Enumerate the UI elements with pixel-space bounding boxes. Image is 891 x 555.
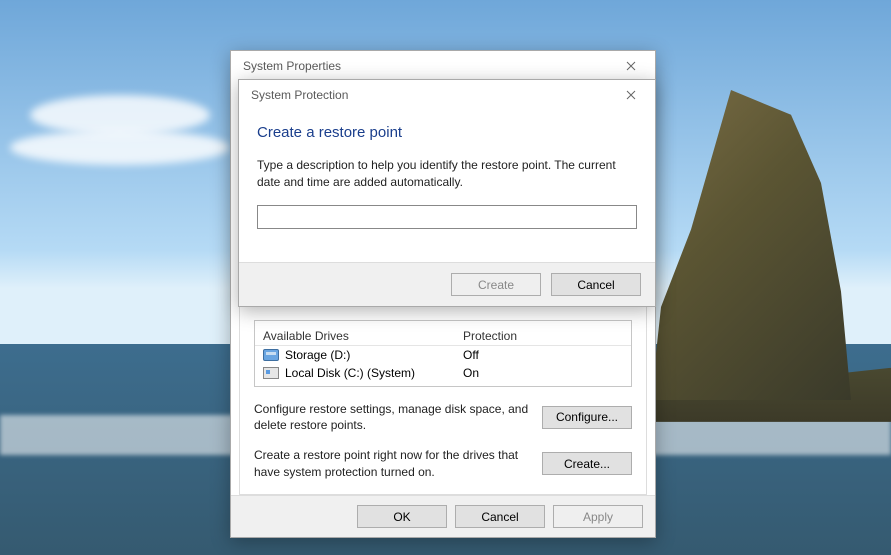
drives-list: Available Drives Protection Storage (D:)… bbox=[254, 320, 632, 387]
ok-button[interactable]: OK bbox=[357, 505, 447, 528]
close-icon bbox=[626, 61, 636, 71]
restore-point-description-input[interactable] bbox=[257, 205, 637, 229]
cancel-button[interactable]: Cancel bbox=[455, 505, 545, 528]
drives-header: Available Drives Protection bbox=[255, 327, 631, 346]
wallpaper-cloud bbox=[10, 130, 230, 165]
configure-section: Configure restore settings, manage disk … bbox=[254, 401, 632, 433]
create-button[interactable]: Create bbox=[451, 273, 541, 296]
drive-protection-status: Off bbox=[463, 348, 623, 362]
configure-button[interactable]: Configure... bbox=[542, 406, 632, 429]
wallpaper-cloud bbox=[30, 95, 210, 135]
titlebar[interactable]: System Protection bbox=[239, 80, 655, 110]
create-description: Create a restore point right now for the… bbox=[254, 447, 530, 479]
drive-row[interactable]: Storage (D:) Off bbox=[255, 346, 631, 364]
hard-drive-icon bbox=[263, 349, 279, 361]
titlebar[interactable]: System Properties bbox=[231, 51, 655, 81]
dialog-button-bar: OK Cancel Apply bbox=[231, 495, 655, 537]
system-protection-dialog: System Protection Create a restore point… bbox=[238, 79, 656, 307]
close-button[interactable] bbox=[611, 81, 651, 109]
window-title: System Properties bbox=[243, 59, 341, 73]
drive-name-cell: Local Disk (C:) (System) bbox=[263, 366, 463, 380]
window-title: System Protection bbox=[251, 88, 348, 102]
drive-row[interactable]: Local Disk (C:) (System) On bbox=[255, 364, 631, 382]
col-header-protection: Protection bbox=[463, 329, 623, 343]
create-button[interactable]: Create... bbox=[542, 452, 632, 475]
dialog-button-bar: Create Cancel bbox=[239, 262, 655, 306]
create-section: Create a restore point right now for the… bbox=[254, 447, 632, 479]
dialog-body: Create a restore point Type a descriptio… bbox=[239, 110, 655, 239]
configure-description: Configure restore settings, manage disk … bbox=[254, 401, 530, 433]
apply-button: Apply bbox=[553, 505, 643, 528]
dialog-description: Type a description to help you identify … bbox=[257, 157, 637, 191]
close-icon bbox=[626, 90, 636, 100]
drive-protection-status: On bbox=[463, 366, 623, 380]
drive-name-cell: Storage (D:) bbox=[263, 348, 463, 362]
cancel-button[interactable]: Cancel bbox=[551, 273, 641, 296]
col-header-drives: Available Drives bbox=[263, 329, 463, 343]
close-button[interactable] bbox=[611, 52, 651, 80]
drive-name: Local Disk (C:) (System) bbox=[285, 366, 415, 380]
drive-name: Storage (D:) bbox=[285, 348, 350, 362]
local-disk-icon bbox=[263, 367, 279, 379]
dialog-heading: Create a restore point bbox=[257, 124, 637, 141]
